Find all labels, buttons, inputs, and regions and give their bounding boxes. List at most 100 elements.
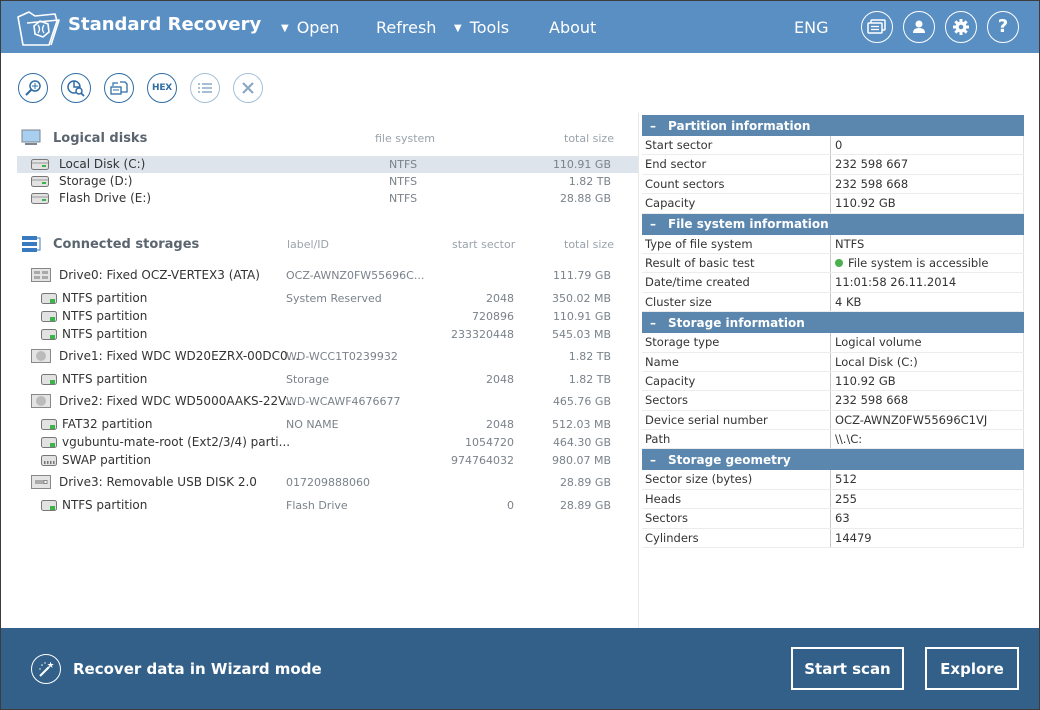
menu-refresh[interactable]: Refresh xyxy=(376,18,436,37)
property-row: Result of basic test File system is acces… xyxy=(642,253,1024,274)
storage-partition-row[interactable]: SWAP partition 974764032 980.07 MB xyxy=(17,452,638,469)
property-value: 232 598 668 xyxy=(831,391,1024,410)
storage-label-id: WD-WCC1T0239932 xyxy=(286,350,398,363)
storage-total-size: 1.82 TB xyxy=(568,373,611,386)
partition-icon xyxy=(41,374,57,389)
logical-disk-row[interactable]: Storage (D:) NTFS 1.82 TB xyxy=(17,173,638,190)
property-group-header[interactable]: – Storage information xyxy=(642,312,1024,334)
storage-total-size: 545.03 MB xyxy=(551,328,611,341)
storage-partition-row[interactable]: NTFS partition 720896 110.91 GB xyxy=(17,308,638,325)
property-row: Path \\.\C: xyxy=(642,430,1024,450)
storage-tree-panel: Logical disks file system total size Loc… xyxy=(1,113,638,628)
storage-total-size: 110.91 GB xyxy=(552,310,611,323)
wizard-icon-circle xyxy=(31,654,61,684)
property-group-header[interactable]: – File system information xyxy=(642,213,1024,235)
volume-icon xyxy=(31,193,49,207)
property-key: Cluster size xyxy=(642,292,831,312)
col-file-system: file system xyxy=(375,132,436,145)
start-scan-button[interactable]: Start scan xyxy=(791,647,904,690)
property-value-text: 14479 xyxy=(835,530,872,545)
storage-name: Drive0: Fixed OCZ-VERTEX3 (ATA) xyxy=(59,268,260,282)
storage-total-size: 350.02 MB xyxy=(551,292,611,305)
storage-name: NTFS partition xyxy=(62,327,148,341)
storage-name: Drive1: Fixed WDC WD20EZRX-00DC0... xyxy=(59,349,300,363)
property-value: 0 xyxy=(831,136,1024,155)
disk-name: Flash Drive (E:) xyxy=(59,191,152,205)
storage-drive-row[interactable]: Drive0: Fixed OCZ-VERTEX3 (ATA) OCZ-AWNZ0… xyxy=(17,267,638,284)
list-view-button[interactable] xyxy=(190,73,220,103)
close-storage-button[interactable] xyxy=(233,73,263,103)
storage-total-size: 512.03 MB xyxy=(551,418,611,431)
property-group-header[interactable]: – Storage geometry xyxy=(642,449,1024,471)
property-value-text: File system is accessible xyxy=(848,255,989,270)
storage-partition-row[interactable]: NTFS partition System Reserved 2048 350.02 … xyxy=(17,290,638,307)
disk-total-size: 110.91 GB xyxy=(552,158,611,171)
account-button[interactable] xyxy=(903,11,935,43)
caret-down-icon: ▼ xyxy=(281,23,289,34)
hex-viewer-button[interactable]: HEX xyxy=(147,73,177,103)
app-title: Standard Recovery xyxy=(68,14,262,35)
language-selector[interactable]: ENG xyxy=(794,18,828,37)
partition-icon xyxy=(41,293,57,308)
wizard-mode-link[interactable]: Recover data in Wizard mode xyxy=(31,654,322,684)
status-ok-icon xyxy=(835,258,843,267)
partition-icon xyxy=(41,437,57,452)
menu-open[interactable]: ▼ Open xyxy=(281,18,339,37)
storage-partition-row[interactable]: NTFS partition Storage 2048 1.82 TB xyxy=(17,371,638,388)
logical-disk-row[interactable]: Flash Drive (E:) NTFS 28.88 GB xyxy=(17,190,638,207)
property-value-text: 110.92 GB xyxy=(835,196,896,211)
explore-button[interactable]: Explore xyxy=(925,647,1019,690)
property-key: Cylinders xyxy=(642,528,831,548)
storage-partition-row[interactable]: vgubuntu-mate-root (Ext2/3/4) parti... 10… xyxy=(17,434,638,451)
storage-partition-row[interactable]: NTFS partition Flash Drive 0 28.89 GB xyxy=(17,497,638,514)
storage-partition-row[interactable]: NTFS partition 233320448 545.03 MB xyxy=(17,326,638,343)
storage-start-sector: 720896 xyxy=(472,310,514,323)
property-row: Start sector 0 xyxy=(642,136,1024,156)
settings-button[interactable] xyxy=(945,11,977,43)
property-row: Heads 255 xyxy=(642,489,1024,510)
storage-drive-row[interactable]: Drive2: Fixed WDC WD5000AAKS-22V... WD-WC… xyxy=(17,393,638,410)
find-data-button[interactable] xyxy=(18,73,48,103)
property-key: Count sectors xyxy=(642,174,831,194)
collapse-icon: – xyxy=(650,452,656,467)
storage-partition-row[interactable]: FAT32 partition NO NAME 2048 512.03 MB xyxy=(17,416,638,433)
connected-storages-header: Connected storages xyxy=(21,234,199,254)
property-value: \\.\C: xyxy=(831,430,1024,449)
caret-down-icon: ▼ xyxy=(454,23,462,34)
property-value: OCZ-AWNZ0FW55696C1VJ xyxy=(831,410,1024,430)
volume-icon xyxy=(31,176,49,190)
user-icon xyxy=(913,20,925,33)
find-partitions-button[interactable] xyxy=(61,73,91,103)
disk-name: Local Disk (C:) xyxy=(59,157,146,171)
property-value: 110.92 GB xyxy=(831,371,1024,391)
property-value: 110.92 GB xyxy=(831,194,1024,213)
collapse-icon: – xyxy=(650,118,656,133)
hdd-drive-icon xyxy=(31,394,51,411)
panel-divider[interactable] xyxy=(638,113,639,628)
property-key: Sector size (bytes) xyxy=(642,470,831,489)
property-row: Capacity 110.92 GB xyxy=(642,371,1024,392)
connected-storages-title: Connected storages xyxy=(53,236,200,252)
storage-drive-row[interactable]: Drive3: Removable USB DISK 2.0 0172098880… xyxy=(17,474,638,491)
top-bar: Standard Recovery ▼ Open Refresh ▼ Tools A… xyxy=(1,1,1039,53)
property-key: Type of file system xyxy=(642,234,831,253)
create-image-button[interactable] xyxy=(104,73,134,103)
storage-total-size: 465.76 GB xyxy=(552,395,611,408)
storage-name: SWAP partition xyxy=(62,453,152,467)
storage-drive-row[interactable]: Drive1: Fixed WDC WD20EZRX-00DC0... WD-WC… xyxy=(17,348,638,365)
storage-start-sector: 974764032 xyxy=(451,454,514,467)
volume-icon xyxy=(31,159,49,173)
menu-tools[interactable]: ▼ Tools xyxy=(454,18,509,37)
property-value: NTFS xyxy=(831,234,1024,253)
property-key: Start sector xyxy=(642,136,831,155)
partition-icon xyxy=(41,500,57,515)
help-button[interactable]: ? xyxy=(987,11,1019,43)
property-group-header[interactable]: – Partition information xyxy=(642,115,1024,136)
logical-disk-row[interactable]: Local Disk (C:) NTFS 110.91 GB xyxy=(17,156,638,173)
partition-search-icon xyxy=(67,80,85,97)
windows-button[interactable] xyxy=(861,11,893,43)
property-group-title: Partition information xyxy=(668,118,811,133)
magic-wand-icon xyxy=(39,661,54,677)
menu-about[interactable]: About xyxy=(549,18,596,37)
collapse-icon: – xyxy=(650,315,656,330)
